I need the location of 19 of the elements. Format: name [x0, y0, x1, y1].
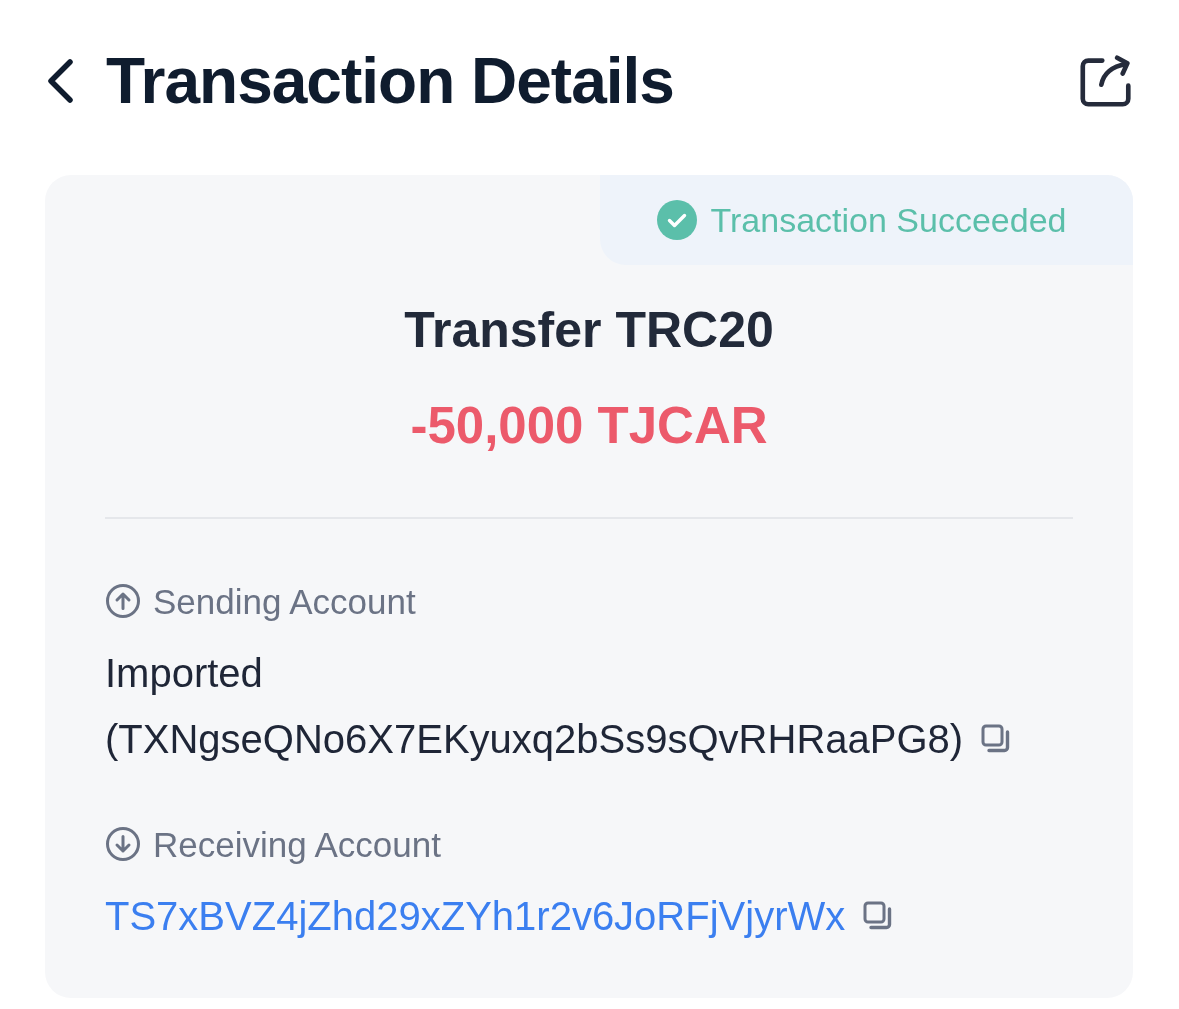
transaction-type: Transfer TRC20 [404, 302, 774, 358]
copy-button[interactable] [863, 901, 894, 931]
chevron-left-icon [45, 57, 75, 104]
arrow-up-circle-icon [105, 583, 141, 619]
account-name: Imported [105, 653, 263, 693]
account-label: Sending Account [153, 583, 416, 619]
share-button[interactable] [1079, 54, 1133, 107]
account-label: Receiving Account [153, 826, 441, 862]
check-circle-icon [656, 200, 697, 240]
page-title: Transaction Details [106, 48, 674, 113]
share-icon [1079, 54, 1133, 107]
status-label: Transaction Succeeded [710, 203, 1067, 237]
copy-icon [981, 724, 1012, 754]
copy-icon [863, 901, 894, 931]
account-address: (TXNgseQNo6X7EKyuxq2bSs9sQvRHRaaPG8) [105, 719, 964, 759]
copy-button[interactable] [981, 724, 1012, 754]
arrow-down-circle-icon [105, 826, 141, 862]
address-link[interactable]: TS7xBVZ4jZhd29xZYh1r2v6JoRFjVjyrWx [105, 896, 846, 936]
amount: -50,000 TJCAR [410, 398, 768, 454]
